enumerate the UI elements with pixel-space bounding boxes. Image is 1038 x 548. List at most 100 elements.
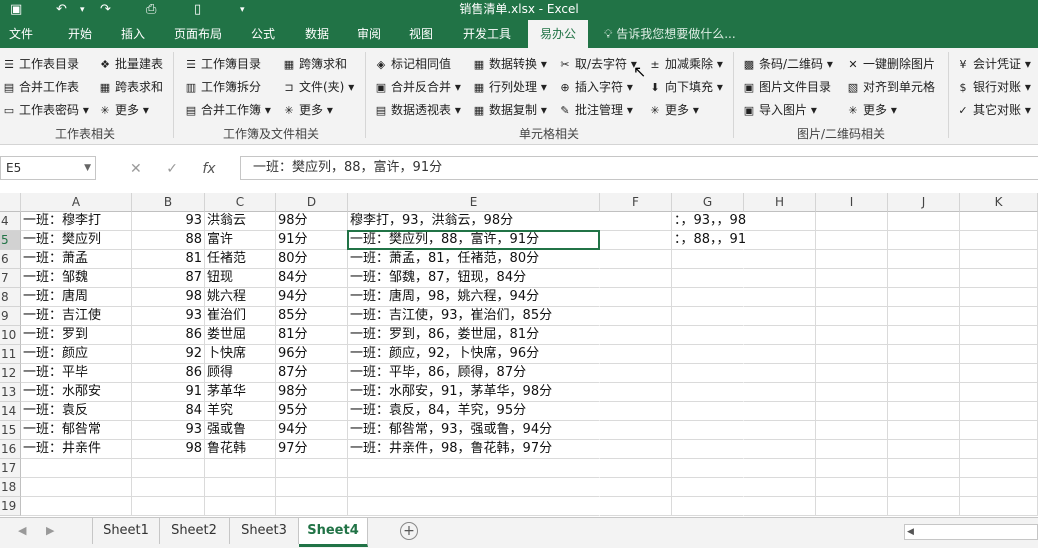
cell-empty[interactable] [600,497,672,516]
mark-same-values-button[interactable]: ◈ 标记相同值 [374,54,451,74]
cell-empty[interactable] [816,421,888,440]
cell-e[interactable] [348,497,600,516]
cell-empty[interactable] [888,440,960,459]
align-to-cell-button[interactable]: ▧ 对齐到单元格 [846,77,935,97]
cell-c[interactable] [205,478,276,497]
tab-home[interactable]: 开始 [58,20,102,48]
cell-empty[interactable] [600,307,672,326]
cell-g[interactable] [672,440,744,459]
cell-c[interactable]: 姚六程 [205,288,276,307]
workbook-split-button[interactable]: ▥ 工作簿拆分 [184,77,261,97]
extract-remove-chars-button[interactable]: ✂ 取/去字符 ▾ [558,54,637,74]
batch-create-sheets-button[interactable]: ❖ 批量建表 [98,54,163,74]
cell-empty[interactable] [816,345,888,364]
cell-c[interactable]: 钮现 [205,269,276,288]
cell-d[interactable]: 85分 [276,307,348,326]
row-header[interactable]: 4 [0,212,21,231]
cell-e[interactable]: 一班：郁咎常，93，强或鲁，94分 [348,421,600,440]
row-header[interactable]: 10 [0,326,21,345]
cell-empty[interactable] [600,269,672,288]
cell-a[interactable]: 一班：郁咎常 [21,421,132,440]
sheet-directory-button[interactable]: ☰ 工作表目录 [2,54,79,74]
cell-empty[interactable] [744,269,816,288]
cell-b[interactable]: 93 [132,212,205,231]
cell-e[interactable]: 一班：袁反，84，羊究，95分 [348,402,600,421]
row-header[interactable]: 14 [0,402,21,421]
cell-b[interactable]: 86 [132,326,205,345]
cell-d[interactable]: 96分 [276,345,348,364]
cell-empty[interactable] [960,288,1038,307]
cell-e[interactable]: 一班：罗到，86，娄世屈，81分 [348,326,600,345]
cell-g[interactable] [672,326,744,345]
cell-a[interactable]: 一班：井亲件 [21,440,132,459]
cell-empty[interactable] [816,269,888,288]
cell-empty[interactable] [960,383,1038,402]
cell-empty[interactable] [744,402,816,421]
cell-d[interactable]: 97分 [276,440,348,459]
cell-b[interactable]: 87 [132,269,205,288]
cell-e[interactable]: 一班：平毕，86，顾得，87分 [348,364,600,383]
cell-empty[interactable] [888,497,960,516]
column-header-g[interactable]: G [672,193,744,212]
formula-input[interactable]: 一班：樊应列，88，富许，91分 [240,156,1038,180]
cell-e[interactable]: 一班：颜应，92，卜快席，96分 [348,345,600,364]
cell-empty[interactable] [816,250,888,269]
merge-sheets-button[interactable]: ▤ 合并工作表 [2,77,79,97]
cell-c[interactable]: 茅革华 [205,383,276,402]
cell-empty[interactable] [888,326,960,345]
cell-c[interactable]: 卜快席 [205,345,276,364]
cell-b[interactable] [132,497,205,516]
cell-b[interactable]: 93 [132,421,205,440]
cell-g[interactable] [672,497,744,516]
cell-g[interactable] [672,402,744,421]
row-column-process-button[interactable]: ▦ 行列处理 ▾ [472,77,547,97]
cell-b[interactable]: 98 [132,440,205,459]
cell-empty[interactable] [888,269,960,288]
column-header-i[interactable]: I [816,193,888,212]
cell-empty[interactable] [816,497,888,516]
sheet-password-button[interactable]: ▭ 工作表密码 ▾ [2,100,89,120]
cell-e[interactable] [348,459,600,478]
row-header[interactable]: 13 [0,383,21,402]
cell-b[interactable]: 88 [132,231,205,250]
tab-insert[interactable]: 插入 [112,20,154,48]
cell-a[interactable]: 一班：萧孟 [21,250,132,269]
cell-empty[interactable] [960,402,1038,421]
row-header[interactable]: 17 [0,459,21,478]
cell-empty[interactable] [600,478,672,497]
cell-d[interactable]: 98分 [276,383,348,402]
row-header[interactable]: 5 [0,231,21,250]
row-header[interactable]: 19 [0,497,21,516]
cell-empty[interactable] [816,326,888,345]
cell-empty[interactable] [744,478,816,497]
tab-data[interactable]: 数据 [296,20,338,48]
cell-empty[interactable] [960,364,1038,383]
cancel-icon[interactable]: ✕ [130,161,142,177]
cell-empty[interactable] [888,231,960,250]
picture-more-button[interactable]: ✳ 更多 ▾ [846,100,896,120]
cell-g[interactable] [672,459,744,478]
chevron-down-icon[interactable]: ▼ [84,157,91,179]
cell-empty[interactable] [816,402,888,421]
tab-yibangong[interactable]: 易办公 [528,20,588,48]
cell-empty[interactable] [816,231,888,250]
cell-empty[interactable] [816,288,888,307]
cell-empty[interactable] [888,307,960,326]
cell-d[interactable]: 94分 [276,288,348,307]
cell-g[interactable]: ：，88，，91 [672,231,746,250]
tab-review[interactable]: 审阅 [348,20,390,48]
cell-empty[interactable] [744,345,816,364]
data-copy-button[interactable]: ▦ 数据复制 ▾ [472,100,547,120]
row-header[interactable]: 9 [0,307,21,326]
cell-g[interactable] [672,421,744,440]
cell-d[interactable]: 87分 [276,364,348,383]
cell-b[interactable] [132,459,205,478]
cell-empty[interactable] [744,212,816,231]
cell-empty[interactable] [744,307,816,326]
cell-b[interactable]: 92 [132,345,205,364]
insert-chars-button[interactable]: ⊕ 插入字符 ▾ [558,77,632,97]
cell-empty[interactable] [888,459,960,478]
sheet-tab-2[interactable]: Sheet2 [159,518,230,544]
cell-a[interactable]: 一班：水邴安 [21,383,132,402]
sheet-more-button[interactable]: ✳ 更多 ▾ [98,100,148,120]
